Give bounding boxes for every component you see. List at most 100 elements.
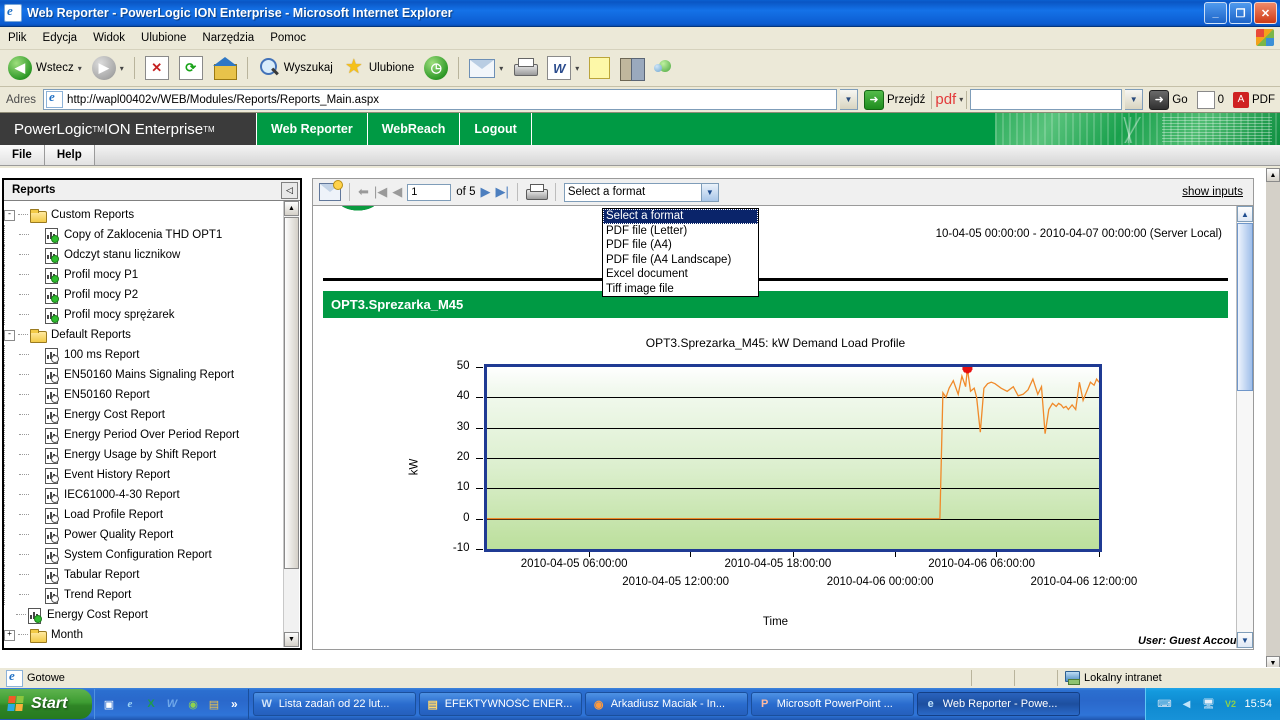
taskbar-button[interactable]: P Microsoft PowerPoint ... xyxy=(750,692,914,716)
maximize-button[interactable]: ❐ xyxy=(1229,2,1252,24)
tree-scroll-up-icon[interactable]: ▲ xyxy=(284,201,299,216)
tree-report-item[interactable]: Odczyt stanu licznikow xyxy=(4,245,286,265)
search-button[interactable]: Wyszukaj xyxy=(254,51,337,85)
report-scroll-down-icon[interactable]: ▼ xyxy=(1237,632,1253,648)
menu-edycja[interactable]: Edycja xyxy=(35,30,86,46)
tree-report-item[interactable]: Copy of Zaklocenia THD OPT1 xyxy=(4,225,286,245)
previous-page-icon[interactable]: ◀ xyxy=(392,184,402,200)
tree-report-item[interactable]: 100 ms Report xyxy=(4,345,286,365)
tree-report-item[interactable]: System Configuration Report xyxy=(4,545,286,565)
tray-expand-icon[interactable]: ◀ xyxy=(1178,697,1194,712)
notes-button[interactable] xyxy=(585,51,614,85)
menu-pomoc[interactable]: Pomoc xyxy=(262,30,314,46)
home-button[interactable] xyxy=(209,51,241,85)
show-inputs-link[interactable]: show inputs xyxy=(1182,186,1243,198)
print-report-icon[interactable] xyxy=(525,183,548,201)
media-quicklaunch-icon[interactable]: ◉ xyxy=(185,696,201,712)
export-format-select[interactable]: Select a format ▼ xyxy=(563,182,719,202)
tree-report-item[interactable]: EN50160 Report xyxy=(4,385,286,405)
format-option-3[interactable]: PDF file (A4 Landscape) xyxy=(603,253,758,268)
tree-folder[interactable]: - Custom Reports xyxy=(4,205,286,225)
app-menu-file[interactable]: File xyxy=(0,145,45,165)
report-scroll-thumb[interactable] xyxy=(1237,223,1253,391)
mail-dropdown-icon[interactable]: ▾ xyxy=(499,64,503,73)
chevron-down-icon[interactable]: ▼ xyxy=(700,183,718,201)
format-option-4[interactable]: Excel document xyxy=(603,267,758,282)
keyboard-layout-icon[interactable]: ⌨ xyxy=(1156,697,1172,712)
first-page-icon[interactable]: |◀ xyxy=(374,184,387,200)
tree-folder[interactable]: + Month xyxy=(4,625,286,645)
messenger-button[interactable] xyxy=(650,51,678,85)
taskbar-button[interactable]: W Lista zadań od 22 lut... xyxy=(252,692,416,716)
report-scroll-up-icon[interactable]: ▲ xyxy=(1237,206,1253,222)
menu-widok[interactable]: Widok xyxy=(85,30,133,46)
menu-narzedzia[interactable]: Narzędzia xyxy=(194,30,262,46)
nav-web-reporter[interactable]: Web Reporter xyxy=(256,113,368,145)
reports-tree-scrollbar[interactable]: ▲ ▼ xyxy=(283,201,299,647)
edit-dropdown-icon[interactable]: ▾ xyxy=(575,64,579,73)
taskbar-button[interactable]: ◉ Arkadiusz Maciak - In... xyxy=(584,692,748,716)
history-button[interactable]: ◷ xyxy=(420,51,452,85)
tree-report-item[interactable]: Load Profile Report xyxy=(4,505,286,525)
refresh-button[interactable]: ⟳ xyxy=(175,51,207,85)
tree-report-item[interactable]: Profil mocy P1 xyxy=(4,265,286,285)
tree-report-item[interactable]: Energy Period Over Period Report xyxy=(4,425,286,445)
folder-quicklaunch-icon[interactable]: ▤ xyxy=(206,696,222,712)
tree-report-item[interactable]: Energy Cost Report xyxy=(4,605,286,625)
collapse-panel-icon[interactable]: ◁ xyxy=(281,181,298,199)
pdf-dropdown-icon[interactable]: ▾ xyxy=(959,95,963,104)
pdf-counter[interactable]: 0 xyxy=(1194,90,1227,109)
format-option-2[interactable]: PDF file (A4) xyxy=(603,238,758,253)
format-option-0[interactable]: Select a format xyxy=(603,209,758,224)
format-option-5[interactable]: Tiff image file xyxy=(603,282,758,297)
quicklaunch-overflow-icon[interactable]: » xyxy=(227,697,242,711)
export-mail-icon[interactable] xyxy=(319,180,343,201)
back-dropdown-icon[interactable]: ▾ xyxy=(78,64,82,73)
tree-report-item[interactable]: Profil mocy sprężarek xyxy=(4,305,286,325)
favorites-button[interactable]: ★ Ulubione xyxy=(339,51,418,85)
minimize-button[interactable]: _ xyxy=(1204,2,1227,24)
address-dropdown-icon[interactable]: ▼ xyxy=(840,89,859,110)
forward-button[interactable]: ▶ ▾ xyxy=(88,51,128,85)
format-option-1[interactable]: PDF file (Letter) xyxy=(603,224,758,239)
mail-button[interactable]: ▾ xyxy=(465,51,507,85)
tree-scroll-thumb[interactable] xyxy=(284,217,299,569)
page-number-input[interactable]: 1 xyxy=(407,183,452,201)
tree-folder[interactable]: - Default Reports xyxy=(4,325,286,345)
word-quicklaunch-icon[interactable]: W xyxy=(164,696,180,712)
tree-report-item[interactable]: EN50160 Mains Signaling Report xyxy=(4,365,286,385)
tree-scroll-down-icon[interactable]: ▼ xyxy=(284,632,299,647)
pdf-go-button[interactable]: ➜ Go xyxy=(1146,89,1190,110)
tree-report-item[interactable]: Profil mocy P2 xyxy=(4,285,286,305)
tree-expander[interactable]: - xyxy=(4,209,15,221)
export-format-dropdown[interactable]: Select a format PDF file (Letter) PDF fi… xyxy=(602,208,759,297)
tree-expander[interactable]: - xyxy=(4,329,15,341)
pdf-search-input[interactable] xyxy=(970,89,1123,110)
security-zone[interactable]: Lokalny intranet xyxy=(1058,669,1280,687)
taskbar-button[interactable]: e Web Reporter - Powe... xyxy=(916,692,1080,716)
tree-expander[interactable]: + xyxy=(4,629,15,641)
forward-dropdown-icon[interactable]: ▾ xyxy=(120,64,124,73)
menu-ulubione[interactable]: Ulubione xyxy=(133,30,194,46)
clock[interactable]: 15:54 xyxy=(1244,698,1272,710)
edit-button[interactable]: W ▾ xyxy=(543,51,583,85)
start-button[interactable]: Start xyxy=(0,689,92,719)
app-menu-help[interactable]: Help xyxy=(44,145,95,165)
go-button[interactable]: ➜ Przejdź xyxy=(861,89,928,110)
tree-report-item[interactable]: Event History Report xyxy=(4,465,286,485)
taskbar-button[interactable]: ▤ EFEKTYWNOŚĆ ENER... xyxy=(418,692,582,716)
back-button[interactable]: ◀ Wstecz ▾ xyxy=(4,51,86,85)
show-desktop-icon[interactable]: ▣ xyxy=(101,696,117,712)
menu-plik[interactable]: Plik xyxy=(0,30,35,46)
nav-webreach[interactable]: WebReach xyxy=(368,113,461,145)
nav-logout[interactable]: Logout xyxy=(460,113,532,145)
network-tray-icon[interactable]: 🖥 xyxy=(1200,697,1216,712)
ie-quicklaunch-icon[interactable]: e xyxy=(122,696,138,712)
close-button[interactable]: ✕ xyxy=(1254,2,1277,24)
browser-scroll-up-icon[interactable]: ▲ xyxy=(1266,168,1280,182)
antivirus-tray-icon[interactable]: V2 xyxy=(1222,697,1238,712)
address-input[interactable]: http://wapl00402v/WEB/Modules/Reports/Re… xyxy=(43,89,838,110)
report-scrollbar[interactable]: ▲ ▼ xyxy=(1236,206,1253,648)
tree-report-item[interactable]: Tabular Report xyxy=(4,565,286,585)
research-button[interactable] xyxy=(616,51,648,85)
